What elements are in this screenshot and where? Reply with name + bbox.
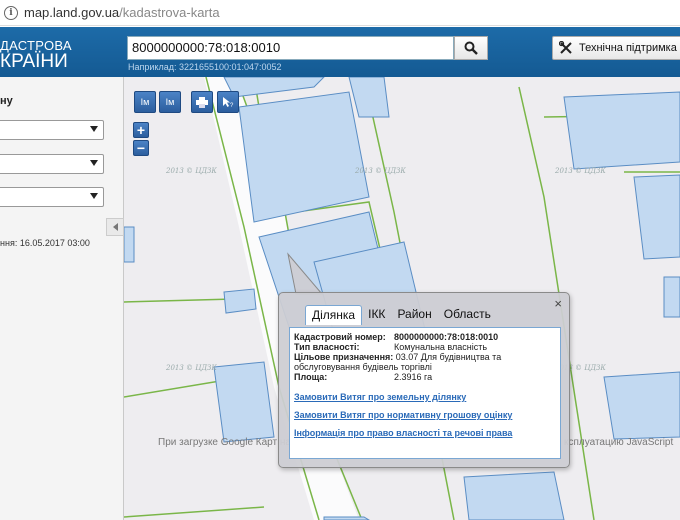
map-canvas[interactable]: Ім Ім ? + − 2013 © ЦДЗК 2013 © ЦДЗК 2013… — [124, 77, 680, 520]
zoom-in-button[interactable]: + — [133, 122, 149, 138]
popup-pointer — [287, 252, 324, 295]
search-button[interactable] — [454, 36, 488, 60]
tools-icon — [559, 41, 572, 54]
zoom-out-button[interactable]: − — [133, 140, 149, 156]
watermark: 2013 © ЦДЗК — [166, 167, 217, 175]
watermark: 2013 © ЦДЗК — [166, 364, 217, 372]
identify-button[interactable]: ? — [217, 91, 239, 113]
cadastral-row: Кадастровий номер: 8000000000:78:018:0010 — [294, 332, 499, 342]
area-row: Площа: 2.3916 га — [294, 372, 433, 382]
order-extract-link[interactable]: Замовити Витяг про земельну ділянку — [294, 392, 466, 402]
popup-tabs: Ділянка ІКК Район Область — [305, 305, 497, 325]
cadastral-search-input[interactable]: 8000000000:78:018:0010 — [127, 36, 454, 60]
tab-parcel[interactable]: Ділянка — [305, 305, 363, 325]
measure-area-button[interactable]: Ім — [159, 91, 181, 113]
map-loading-note: При загрузке Google Карт на — [158, 437, 291, 448]
chevron-down-icon — [90, 160, 98, 166]
print-icon — [196, 96, 208, 108]
print-button[interactable] — [191, 91, 213, 113]
search-icon — [464, 41, 478, 55]
panel-heading: ну — [0, 95, 13, 107]
svg-text:?: ? — [230, 103, 234, 108]
settlement-select[interactable] — [0, 187, 104, 207]
update-date: ння: 16.05.2017 03:00 — [0, 238, 90, 248]
support-button[interactable]: Технічна підтримка — [552, 36, 680, 60]
area-value: 2.3916 га — [394, 372, 433, 382]
ownership-value: Комунальна власність — [394, 342, 488, 352]
tab-ikk[interactable]: ІКК — [362, 305, 391, 325]
search-example: Наприклад: 3221655100:01:047:0052 — [128, 62, 282, 72]
close-icon[interactable]: × — [554, 296, 562, 311]
site-header: ДАСТРОВА КРАЇНИ 8000000000:78:018:0010 Н… — [0, 27, 680, 77]
order-valuation-link[interactable]: Замовити Витяг про нормативну грошову оц… — [294, 410, 512, 420]
logo-line-2: КРАЇНИ — [0, 51, 68, 72]
site-info-icon[interactable]: i — [4, 5, 18, 20]
purpose-row: Цільове призначення: 03.07 Для будівницт… — [294, 352, 502, 372]
map-loading-note: ксплуатацию JavaScript — [564, 437, 674, 448]
left-panel: ну ння: 16.05.2017 03:00 — [0, 77, 124, 520]
parcel-details: Кадастровий номер: 8000000000:78:018:0010… — [289, 327, 561, 459]
chevron-down-icon — [90, 193, 98, 199]
ownership-row: Тип власності: Комунальна власність — [294, 342, 488, 352]
address-bar[interactable]: i map.land.gov.ua/kadastrova-karta — [0, 0, 680, 26]
tab-district[interactable]: Район — [391, 305, 437, 325]
ownership-info-link[interactable]: Інформація про право власності та речові… — [294, 428, 512, 438]
region-select[interactable] — [0, 120, 104, 140]
collapse-panel-button[interactable] — [106, 218, 124, 236]
measure-distance-button[interactable]: Ім — [134, 91, 156, 113]
district-select[interactable] — [0, 154, 104, 174]
info-cursor-icon: ? — [223, 97, 234, 108]
tab-region[interactable]: Область — [438, 305, 497, 325]
arrow-left-icon — [112, 223, 118, 231]
watermark: 2013 © ЦДЗК — [355, 167, 406, 175]
watermark: 2013 © ЦДЗК — [555, 167, 606, 175]
chevron-down-icon — [90, 126, 98, 132]
cadastral-number: 8000000000:78:018:0010 — [394, 332, 499, 342]
parcel-info-popup: × Ділянка ІКК Район Область Кадастровий … — [278, 292, 570, 468]
support-label: Технічна підтримка — [579, 42, 677, 54]
url-text[interactable]: map.land.gov.ua/kadastrova-karta — [24, 5, 220, 20]
